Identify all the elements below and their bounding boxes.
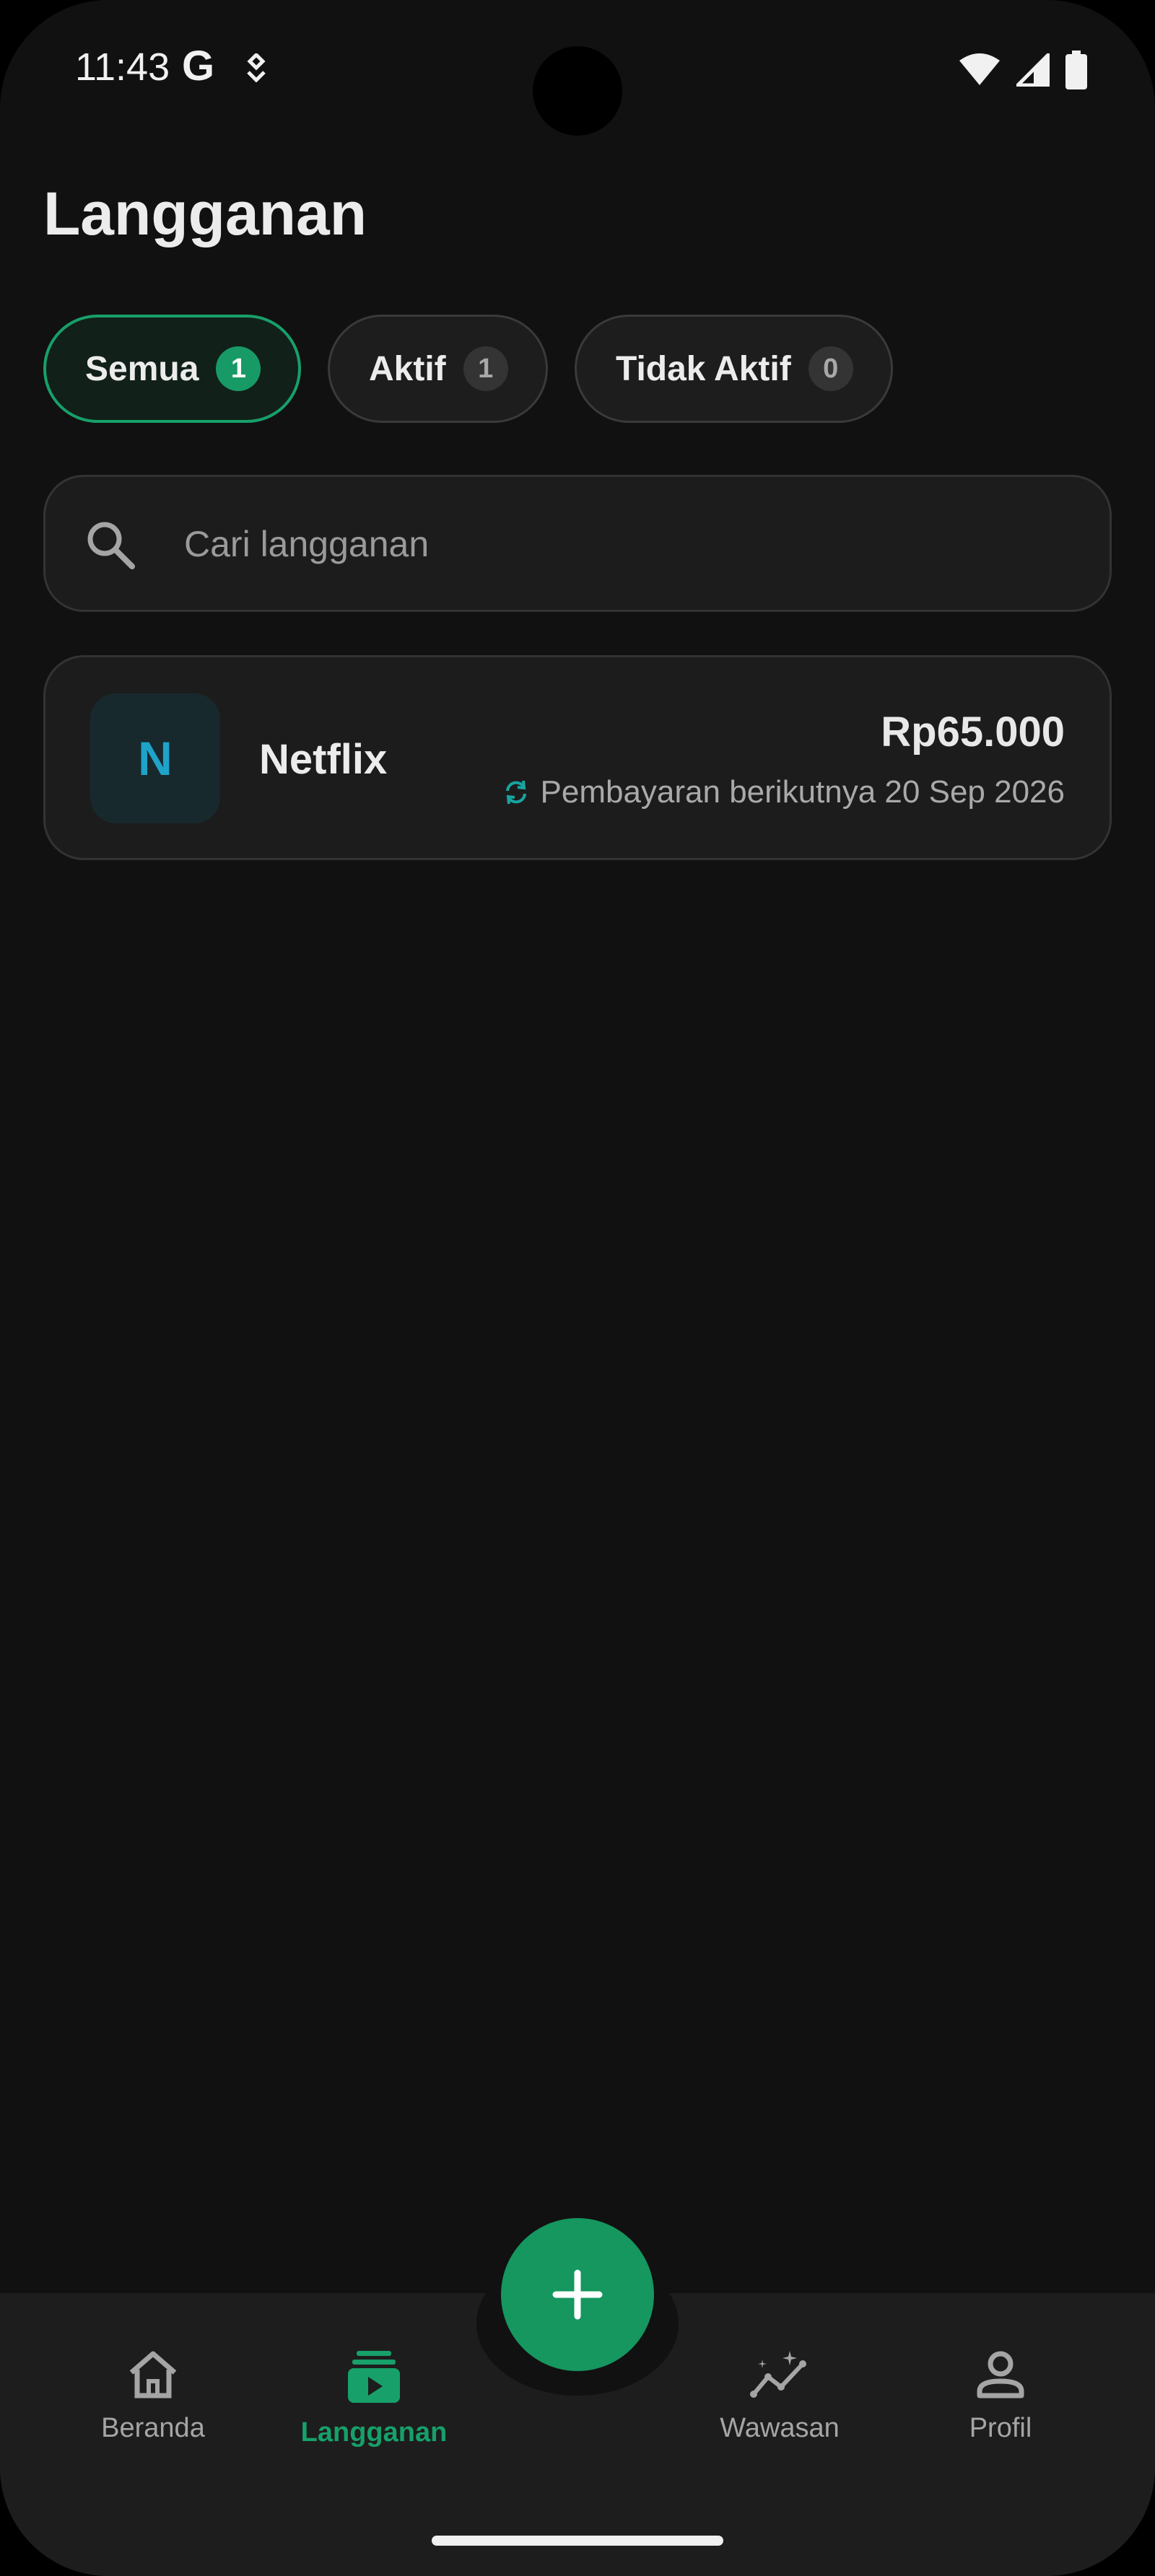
subscriptions-icon [348, 2351, 400, 2403]
subscription-avatar: N [90, 693, 220, 823]
camera-cutout [533, 46, 622, 136]
status-time: 11:43 [75, 45, 170, 89]
chip-label: Aktif [369, 349, 446, 388]
next-payment-row: Pembayaran berikutnya 20 Sep 2026 [502, 774, 1065, 810]
plus-icon [552, 2269, 603, 2320]
filter-chip-semua[interactable]: Semua 1 [43, 315, 302, 423]
chip-label: Tidak Aktif [616, 349, 791, 388]
nav-label: Langganan [300, 2417, 448, 2448]
chip-count-badge: 1 [463, 346, 508, 391]
page-title: Langganan [43, 180, 367, 247]
nav-item-wawasan[interactable]: Wawasan [693, 2349, 866, 2444]
nav-label: Wawasan [720, 2413, 840, 2443]
chip-count-badge: 1 [216, 346, 261, 391]
home-icon [129, 2351, 177, 2398]
nav-item-langganan[interactable]: Langganan [287, 2349, 461, 2448]
nav-item-beranda[interactable]: Beranda [66, 2349, 240, 2444]
status-icons [959, 50, 1087, 93]
chip-label: Semua [85, 349, 199, 388]
chip-count-badge: 0 [808, 346, 853, 391]
avatar-initial: N [138, 732, 173, 785]
subscription-name: Netflix [259, 736, 388, 783]
search-icon [83, 517, 138, 576]
phone-screen: 11:43 G Langganan Semua 1 Aktif 1 Tidak … [0, 0, 1155, 2576]
subscription-card-netflix[interactable]: N Netflix Rp65.000 Pembayaran berikutnya… [43, 655, 1112, 860]
nav-item-profil[interactable]: Profil [914, 2349, 1087, 2444]
filter-chip-tidak-aktif[interactable]: Tidak Aktif 0 [575, 315, 893, 423]
profile-icon [977, 2351, 1024, 2398]
search-input[interactable] [183, 477, 1052, 611]
google-icon: G [182, 43, 215, 89]
subscription-price: Rp65.000 [881, 709, 1065, 755]
filter-chip-aktif[interactable]: Aktif 1 [328, 315, 548, 423]
nav-label: Profil [969, 2413, 1032, 2443]
battery-icon [1065, 51, 1087, 93]
nav-label: Beranda [101, 2413, 205, 2443]
signal-icon [1013, 50, 1050, 90]
renew-icon [505, 780, 526, 805]
search-bar[interactable] [43, 475, 1112, 612]
location-icon [245, 52, 267, 86]
home-indicator[interactable] [432, 2536, 723, 2546]
next-payment-text: Pembayaran berikutnya 20 Sep 2026 [540, 774, 1065, 810]
insights-icon [750, 2351, 806, 2398]
wifi-icon [959, 53, 1001, 90]
add-subscription-button[interactable] [501, 2218, 654, 2371]
